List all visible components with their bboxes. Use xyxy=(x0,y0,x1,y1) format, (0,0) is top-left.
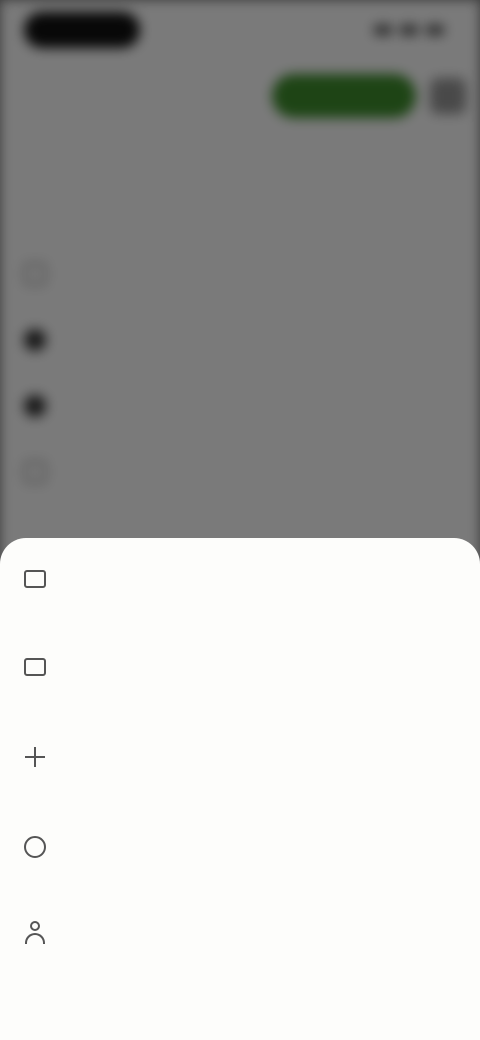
sheet-item[interactable] xyxy=(0,902,480,964)
sheet-item[interactable] xyxy=(0,726,480,788)
sheet-item[interactable] xyxy=(0,816,480,878)
sheet-item[interactable] xyxy=(0,636,480,698)
info-icon xyxy=(22,834,48,860)
sheet-item[interactable] xyxy=(0,548,480,610)
person-icon xyxy=(22,920,48,946)
plus-icon xyxy=(22,744,48,770)
grid-icon xyxy=(22,654,48,680)
bottom-sheet xyxy=(0,538,480,1040)
folder-icon xyxy=(22,566,48,592)
